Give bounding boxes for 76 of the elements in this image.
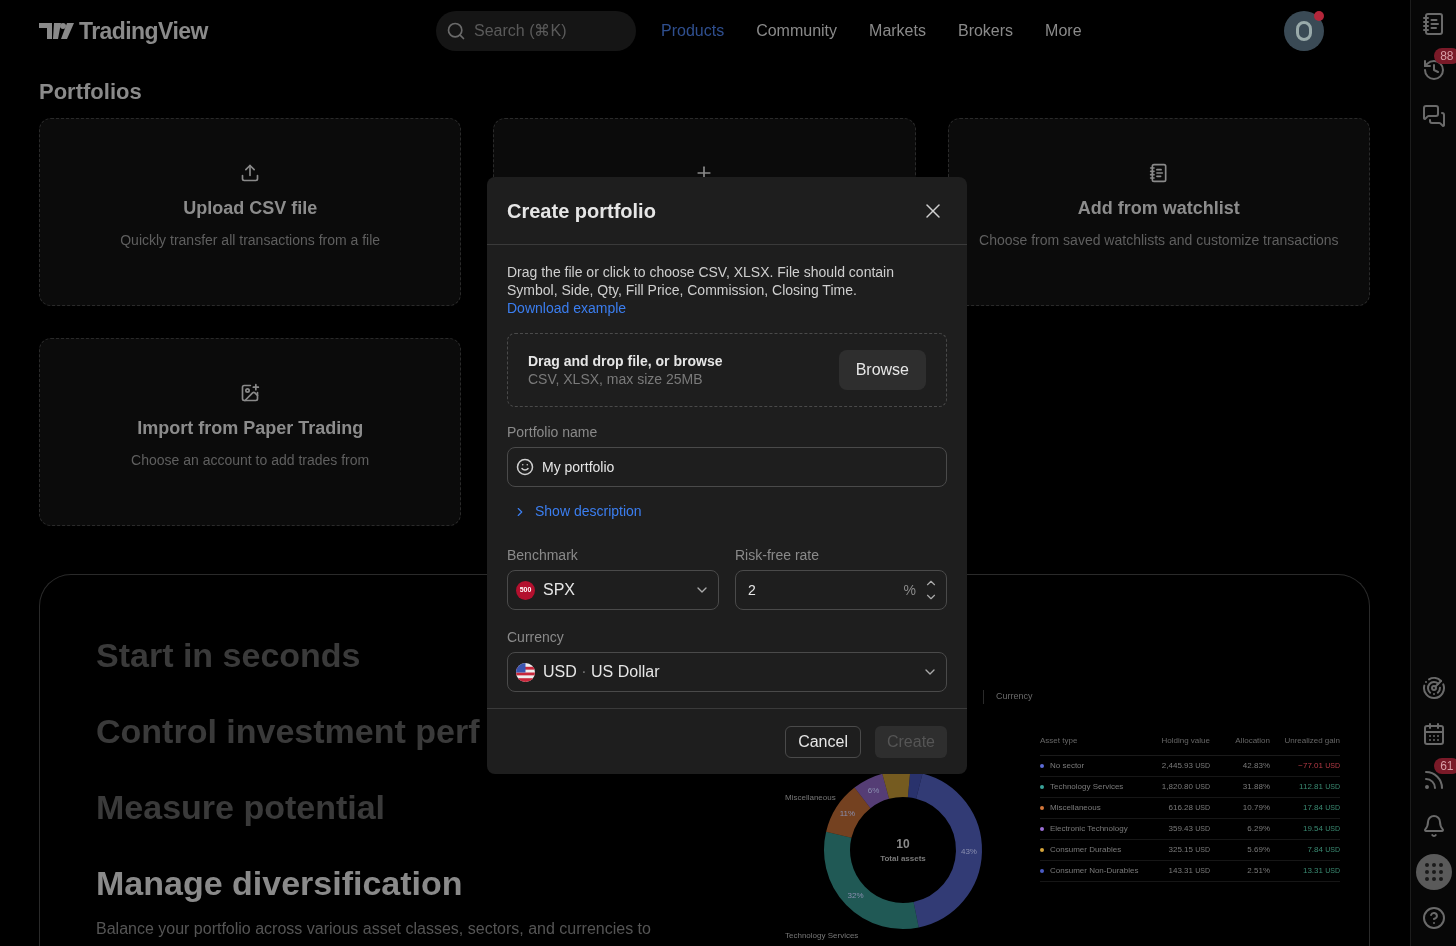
- table-cell: Consumer Non-Durables: [1050, 865, 1139, 877]
- download-link[interactable]: Download example: [507, 300, 627, 316]
- dialog-title: Create portfolio: [507, 198, 656, 224]
- count-badge: 88: [1434, 48, 1456, 64]
- currency-tab[interactable]: Currency: [983, 690, 1033, 704]
- table-cell: Electronic Technology: [1050, 823, 1128, 835]
- slice-label: 11%: [839, 808, 856, 821]
- card-title: Upload CSV file: [183, 197, 318, 220]
- option-card[interactable]: Upload CSV file Quickly transfer all transactions from a file: [39, 118, 462, 306]
- nav-link[interactable]: Markets: [869, 19, 926, 43]
- feature-heading[interactable]: Manage diversification: [96, 861, 463, 905]
- column-header: Allocation: [1234, 735, 1270, 747]
- avatar[interactable]: [1284, 11, 1324, 51]
- table-cell-text: 2.51%: [1246, 865, 1270, 877]
- field-label: Portfolio name: [507, 423, 599, 441]
- column-header: Asset type: [1040, 735, 1079, 747]
- portfolio-name-field[interactable]: My portfolio: [507, 447, 947, 487]
- card-subtitle: Choose an account to add trades from: [131, 451, 370, 470]
- table-cell: Consumer Durables: [1050, 844, 1122, 856]
- feature-description: Balance your portfolio across various asset classes, sectors, and currencies to: [96, 919, 651, 939]
- slice-label: 43%: [960, 845, 977, 858]
- nav-link[interactable]: Brokers: [957, 19, 1014, 43]
- field-label: Currency: [507, 628, 565, 646]
- total-value: 10: [896, 836, 910, 853]
- logo-icon: [39, 21, 75, 41]
- table-cell-text: 5.69%: [1246, 844, 1270, 856]
- card-title: Import from Paper Trading: [137, 417, 364, 440]
- count-badge: 61: [1434, 758, 1456, 774]
- slice-label: 6%: [867, 784, 880, 797]
- bell-icon[interactable]: [1421, 814, 1446, 838]
- risk-free-rate-field[interactable]: 2 %: [735, 570, 947, 610]
- radar-icon[interactable]: [1421, 676, 1446, 700]
- table-cell: Miscellaneous: [1050, 802, 1101, 814]
- column-header: Unrealized gain: [1283, 735, 1340, 747]
- field-label: Benchmark: [507, 546, 579, 564]
- dropzone-hint: CSV, XLSX, max size 25MB: [528, 370, 704, 388]
- card-subtitle: Quickly transfer all transactions from a file: [120, 231, 381, 250]
- dropzone[interactable]: Drag and drop file, or browse CSV, XLSX, max size 25MB Browse: [507, 333, 947, 407]
- currency-select[interactable]: USD · US Dollar: [507, 652, 947, 692]
- list-icon: [1148, 163, 1169, 183]
- column-header: Holding value: [1160, 735, 1210, 747]
- dialog-intro: Drag the file or click to choose CSV, XLSX. File should contain Symbol, Side, Qty, Fill Price, Commission, Closing Time. Download example: [507, 263, 896, 317]
- clock-icon[interactable]: [1421, 58, 1446, 82]
- table-cell-text: 31.88%: [1241, 781, 1270, 793]
- table-cell: Technology Services: [1050, 781, 1124, 793]
- table-cell-text: 10.79%: [1241, 802, 1270, 814]
- option-card[interactable]: Add from watchlist Choose from saved watchlists and customize transactions: [947, 118, 1370, 306]
- slice-name: Technology Services: [785, 930, 859, 942]
- nav-link[interactable]: Community: [756, 19, 838, 43]
- option-card[interactable]: Import from Paper Trading Choose an account to add trades from: [39, 338, 462, 526]
- total-label: Total assets: [880, 853, 926, 865]
- browse-button[interactable]: Browse: [838, 350, 926, 390]
- list-icon[interactable]: [1421, 12, 1446, 36]
- card-subtitle: Choose from saved watchlists and customize transactions: [979, 231, 1339, 250]
- dropzone-title: Drag and drop file, or browse: [528, 352, 723, 370]
- table-cell-text: 6.29%: [1246, 823, 1270, 835]
- nav-link[interactable]: More: [1045, 19, 1082, 43]
- show-description-toggle[interactable]: Show description: [513, 501, 642, 522]
- slice-label: 32%: [847, 889, 864, 902]
- image-icon: [240, 383, 261, 403]
- table-cell: No sector: [1050, 760, 1085, 772]
- page-title: Portfolios: [39, 79, 143, 105]
- card-title: Add from watchlist: [1077, 197, 1240, 220]
- field-label: Risk-free rate: [735, 546, 821, 564]
- search-icon: [446, 21, 466, 41]
- table-cell-text: 42.83%: [1241, 760, 1270, 772]
- apps-icon[interactable]: [1415, 854, 1452, 890]
- cancel-button[interactable]: Cancel: [785, 725, 861, 758]
- help-icon[interactable]: [1421, 906, 1446, 930]
- flag-icon: [516, 662, 535, 682]
- emoji-icon[interactable]: [516, 458, 534, 476]
- calendar-icon[interactable]: [1421, 722, 1446, 746]
- chat-icon[interactable]: [1421, 104, 1446, 128]
- slice-name: Miscellaneous: [785, 792, 836, 804]
- upload-icon: [240, 163, 261, 183]
- logo-text[interactable]: TradingView: [79, 13, 208, 49]
